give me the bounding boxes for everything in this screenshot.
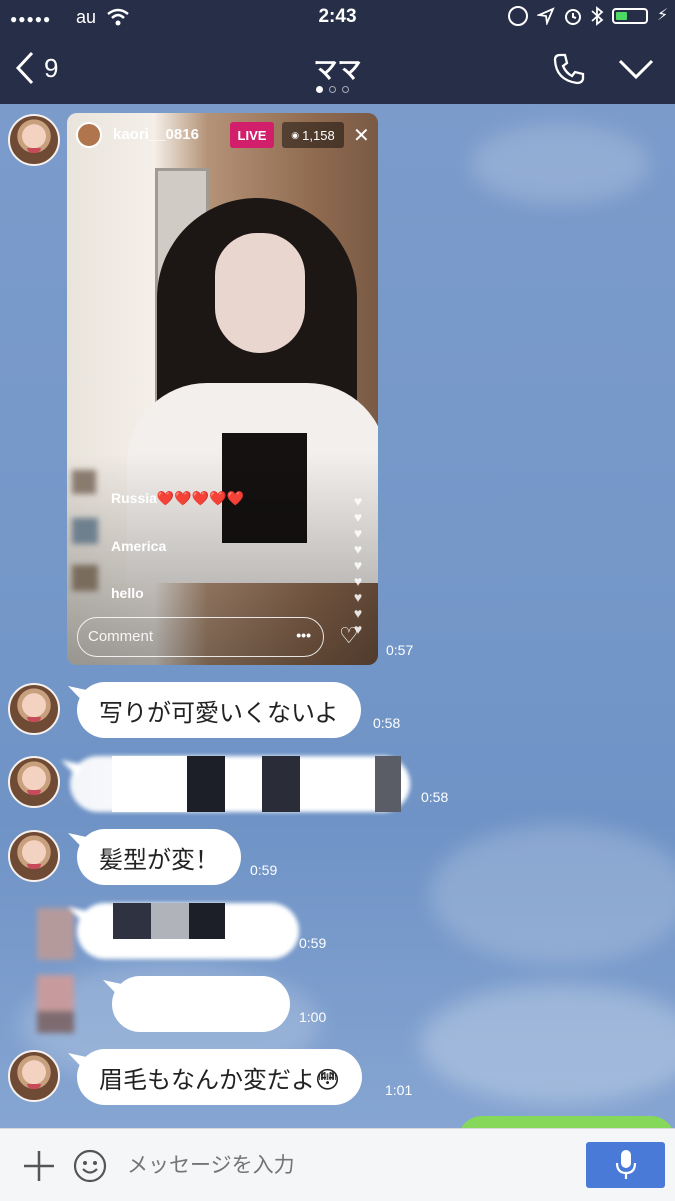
message-input[interactable] xyxy=(125,1147,569,1185)
live-badge: LIVE xyxy=(230,122,274,148)
eye-icon: ◉ xyxy=(291,129,300,140)
message-time: 0:58 xyxy=(373,715,401,731)
microphone-icon xyxy=(615,1150,636,1179)
plus-icon[interactable] xyxy=(22,1149,56,1183)
live-username: kaori__0816 xyxy=(113,126,199,143)
battery-icon xyxy=(612,8,648,24)
message-bubble[interactable]: 髪型が変！ xyxy=(77,829,241,885)
viewer-count: ◉ 1,158 xyxy=(282,122,344,148)
live-avatar xyxy=(76,122,102,148)
avatar[interactable] xyxy=(8,1050,60,1102)
person-face xyxy=(215,233,305,353)
floating-hearts: ♥ ♥ ♥ ♥ ♥ ♥ ♥ ♥ ♥ xyxy=(353,493,363,637)
redaction-block xyxy=(113,903,151,939)
redaction-block xyxy=(112,756,187,812)
message-text: 写りが可愛いくないよ xyxy=(99,699,339,727)
charging-icon: ⚡ xyxy=(657,7,669,24)
chevron-down-icon[interactable] xyxy=(618,58,654,80)
page-dot xyxy=(316,86,323,93)
status-bar: ●●●●● au 2:43 ⚡ xyxy=(0,0,675,34)
message-text: 眉毛もなんか変だよ😳 xyxy=(99,1066,341,1094)
page-dot xyxy=(342,86,349,93)
orientation-lock-icon xyxy=(508,6,528,26)
viewer-count-value: 1,158 xyxy=(302,127,335,143)
close-icon[interactable]: ✕ xyxy=(353,123,370,148)
redaction-block xyxy=(189,903,225,939)
redaction-block xyxy=(262,756,300,812)
avatar[interactable] xyxy=(8,756,60,808)
comment-placeholder: Comment xyxy=(88,628,154,645)
comment-avatar xyxy=(72,518,98,544)
message-time: 1:00 xyxy=(299,1009,327,1025)
alarm-icon xyxy=(565,9,581,25)
message-time: 0:59 xyxy=(250,862,278,878)
live-video-message[interactable]: kaori__0816 LIVE ◉ 1,158 ✕ Russia❤️❤️❤️❤… xyxy=(67,113,378,665)
comment-input[interactable]: Comment ••• xyxy=(77,617,324,657)
blurred-avatar xyxy=(37,975,74,1033)
page-dot xyxy=(329,86,336,93)
emoji-icon[interactable] xyxy=(73,1149,107,1183)
avatar[interactable] xyxy=(8,683,60,735)
phone-call-icon[interactable] xyxy=(552,52,586,86)
redaction-block xyxy=(151,903,189,939)
blurred-avatar xyxy=(37,908,74,960)
page-indicator xyxy=(316,86,349,93)
redaction-block xyxy=(375,756,401,812)
message-input-bar xyxy=(0,1128,675,1201)
comment-avatar xyxy=(72,565,98,591)
avatar[interactable] xyxy=(8,830,60,882)
location-icon xyxy=(537,7,555,25)
voice-send-button[interactable] xyxy=(586,1142,665,1188)
message-bubble[interactable]: 眉毛もなんか変だよ😳 xyxy=(77,1049,363,1105)
message-text: 髪型が変！ xyxy=(99,846,219,874)
bluetooth-icon xyxy=(591,6,604,26)
message-time: 0:57 xyxy=(386,642,414,658)
live-comment: America xyxy=(111,538,167,554)
chat-header: 9 ママ xyxy=(0,34,675,104)
live-comment: hello xyxy=(111,585,144,601)
live-comment: Russia❤️❤️❤️❤️❤️ xyxy=(111,490,245,506)
heart-icon[interactable]: ♡ xyxy=(339,623,359,649)
comment-avatar xyxy=(72,470,96,494)
message-bubble[interactable] xyxy=(112,976,290,1032)
message-time: 0:58 xyxy=(421,789,449,805)
message-time: 0:59 xyxy=(299,935,327,951)
message-time: 1:01 xyxy=(385,1082,413,1098)
avatar[interactable] xyxy=(8,114,60,166)
redaction-block xyxy=(187,756,225,812)
message-bubble[interactable]: 写りが可愛いくないよ xyxy=(77,682,361,738)
more-options-icon[interactable]: ••• xyxy=(296,627,311,643)
